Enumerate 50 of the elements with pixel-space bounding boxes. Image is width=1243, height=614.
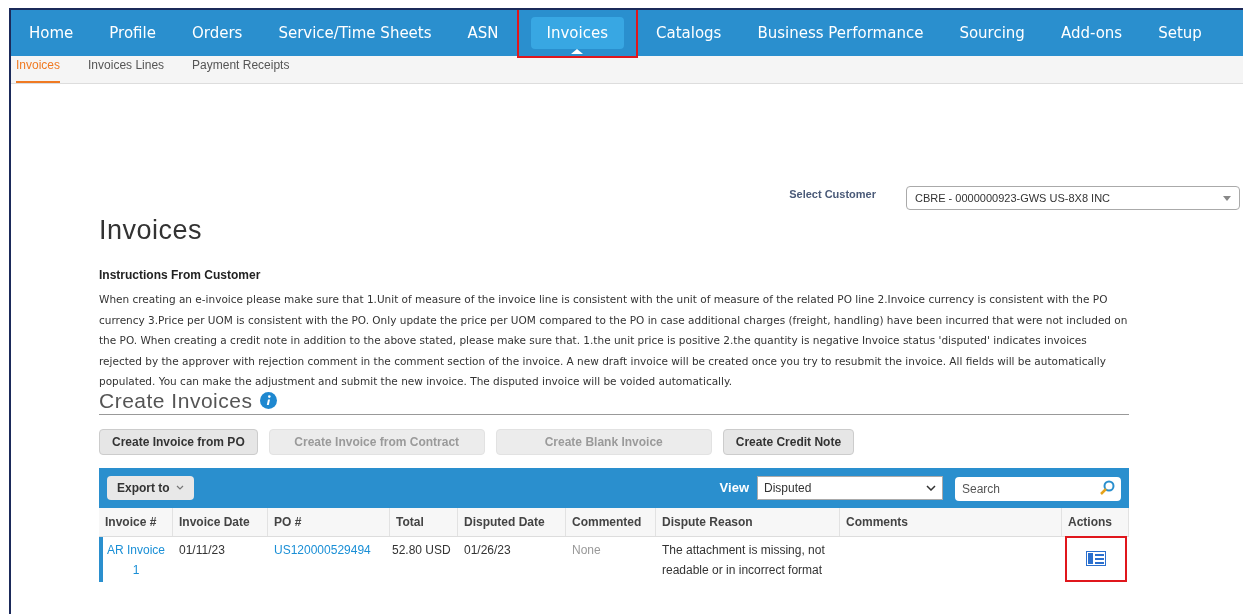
search-icon[interactable]: [1099, 479, 1115, 496]
column-header: Comments: [840, 507, 1062, 536]
nav-tab[interactable]: ASN: [451, 16, 515, 50]
create-button[interactable]: Create Credit Note: [722, 428, 855, 455]
table-cell-text: 01/11/23: [178, 541, 226, 559]
column-header: Commented: [566, 507, 656, 536]
chevron-icon: [926, 484, 936, 491]
table-cell-text: None: [571, 541, 602, 559]
table-cell-text: 01/26/23: [463, 541, 512, 559]
customer-dropdown[interactable]: CBRE - 0000000923-GWS US-8X8 INC: [906, 186, 1240, 210]
sub-tab[interactable]: Invoices Lines: [88, 56, 165, 83]
nav-tab[interactable]: Business Performance: [741, 16, 940, 50]
view-label: View: [719, 478, 749, 497]
column-header: Invoice #: [99, 507, 173, 536]
nav-tab[interactable]: Invoices: [530, 16, 624, 50]
view-dropdown[interactable]: Disputed: [757, 475, 943, 500]
caret-icon: [175, 485, 184, 490]
export-button[interactable]: Export to: [107, 475, 194, 500]
instructions-text: When creating an e-invoice please make sure that 1.Unit of measure of the invoice line is consistent with the unit of measure of the related PO line 2.Invoice currency is consistent with the PO currency 3.Price per UOM is consistent with the PO. Only update the price per UOM compared to the PO in case additional charges (freight, handling) have been incurred that were not included on the PO. When creating a credit note in addition to the above stated, please make sure that. 1.the unit price is positive 2.the quantity is negative Invoice status 'disputed' indicates invoices rejected by the approver with rejection comment in the comment section of the invoice. A new draft invoice will be created once you try to resubmit the invoice. All fields will be automatically populated. You can make the adjustment and submit the new invoice. The disputed invoice will be voided automatically.: [99, 292, 1129, 389]
create-button[interactable]: Create Invoice from PO: [99, 428, 258, 455]
sub-tab[interactable]: Invoices: [16, 56, 61, 83]
column-header: Invoice Date: [173, 507, 268, 536]
nav-tab[interactable]: Profile: [93, 16, 172, 50]
nav-tab[interactable]: Catalogs: [640, 16, 738, 50]
search-field[interactable]: Search: [955, 476, 1121, 501]
section-title: Create Invoices: [99, 388, 253, 413]
dropdown-value: CBRE - 0000000923-GWS US-8X8 INC: [915, 190, 1111, 206]
column-header: Actions: [1062, 507, 1129, 536]
sub-tab[interactable]: Payment Receipts: [192, 56, 290, 83]
nav-tab[interactable]: Service/Time Sheets: [262, 16, 448, 50]
column-header: Total: [390, 507, 458, 536]
column-header: PO #: [268, 507, 390, 536]
nav-tab[interactable]: Orders: [175, 16, 259, 50]
customer-label: Select Customer: [789, 186, 876, 202]
invoice-link[interactable]: AR Invoice 1: [105, 539, 167, 580]
instructions-heading: Instructions From Customer: [99, 267, 262, 284]
nav-tab[interactable]: Add-ons: [1044, 16, 1139, 50]
po-link[interactable]: US120000529494: [274, 542, 371, 557]
table-cell-text: The attachment is missing, not readable or in incorrect format: [661, 541, 826, 579]
table-cell-text: 52.80 USD: [391, 541, 452, 559]
caret-icon: [1223, 195, 1231, 201]
page-title: Invoices: [99, 214, 204, 246]
dropdown-value: Disputed: [764, 479, 812, 497]
nav-tab[interactable]: Home: [13, 16, 90, 50]
nav-tab[interactable]: Sourcing: [943, 16, 1041, 50]
info-icon[interactable]: [260, 392, 278, 409]
details-icon[interactable]: [1085, 551, 1106, 566]
column-header: Disputed Date: [458, 507, 566, 536]
column-header: Dispute Reason: [656, 507, 840, 536]
nav-tab[interactable]: Setup: [1142, 16, 1218, 50]
